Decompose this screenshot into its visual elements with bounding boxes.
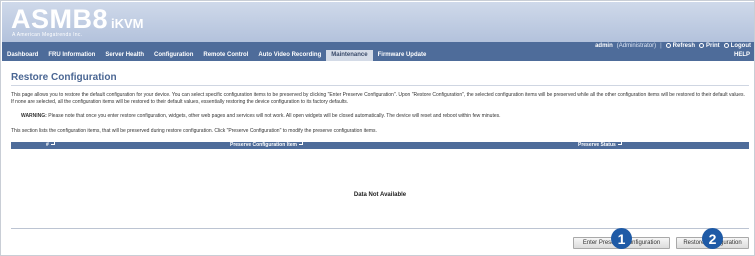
user-bar: admin (Administrator) | Refresh Print Lo…: [595, 41, 751, 50]
column-preserve-status-label: Preserve Status: [578, 142, 616, 148]
print-label: Print: [706, 42, 720, 49]
warning-note: WARNING: Please note that once you enter…: [21, 113, 501, 119]
column-preserve-item-label: Preserve Configuration Item: [230, 142, 297, 148]
nav-dashboard[interactable]: Dashboard: [2, 50, 43, 61]
logout-link[interactable]: Logout: [723, 42, 751, 49]
column-preserve-item[interactable]: Preserve Configuration Item: [230, 141, 303, 149]
logo-subtitle: A American Megatrends Inc.: [12, 32, 83, 38]
callout-badge-2: 2: [702, 228, 723, 249]
refresh-label: Refresh: [672, 42, 695, 49]
app-frame: ASMB8 iKVM A American Megatrends Inc. adm…: [0, 0, 755, 256]
nav-firmware-update[interactable]: Firmware Update: [373, 50, 432, 61]
separator: |: [660, 42, 662, 49]
title-divider: [11, 85, 749, 86]
warning-label: WARNING:: [21, 113, 47, 119]
header: ASMB8 iKVM A American Megatrends Inc.: [2, 2, 754, 42]
sort-icon: [50, 141, 55, 145]
logout-icon: [723, 43, 729, 48]
nav-fru-information[interactable]: FRU Information: [43, 50, 100, 61]
logout-label: Logout: [730, 42, 751, 49]
refresh-icon: [665, 43, 671, 48]
column-preserve-status[interactable]: Preserve Status: [578, 141, 622, 149]
user-role: (Administrator): [616, 42, 657, 49]
user-name: admin: [595, 42, 613, 49]
nav-auto-video-recording[interactable]: Auto Video Recording: [253, 50, 326, 61]
page-description: This page allows you to restore the defa…: [11, 92, 745, 105]
help-link[interactable]: HELP: [734, 50, 750, 61]
logo-text: ASMB8: [11, 4, 109, 34]
callout-badge-1: 1: [611, 228, 632, 249]
nav-configuration[interactable]: Configuration: [149, 50, 198, 61]
bottom-divider: [11, 228, 749, 229]
main-nav: Dashboard FRU Information Server Health …: [2, 50, 754, 61]
sort-icon: [617, 141, 622, 145]
refresh-link[interactable]: Refresh: [665, 42, 695, 49]
sort-icon: [298, 141, 303, 145]
print-icon: [699, 43, 704, 48]
table-header: # Preserve Configuration Item Preserve S…: [11, 141, 749, 149]
page-title: Restore Configuration: [11, 72, 117, 83]
nav-server-health[interactable]: Server Health: [100, 50, 149, 61]
column-index[interactable]: #: [46, 141, 55, 149]
warning-text: Please note that once you enter restore …: [48, 113, 501, 119]
logo: ASMB8 iKVM: [11, 5, 144, 33]
empty-message: Data Not Available: [353, 192, 407, 198]
section-description: This section lists the configuration ite…: [11, 128, 377, 134]
print-link[interactable]: Print: [699, 43, 720, 49]
column-index-label: #: [46, 142, 49, 148]
nav-remote-control[interactable]: Remote Control: [198, 50, 253, 61]
nav-maintenance[interactable]: Maintenance: [326, 50, 373, 61]
logo-suffix: iKVM: [111, 16, 144, 31]
